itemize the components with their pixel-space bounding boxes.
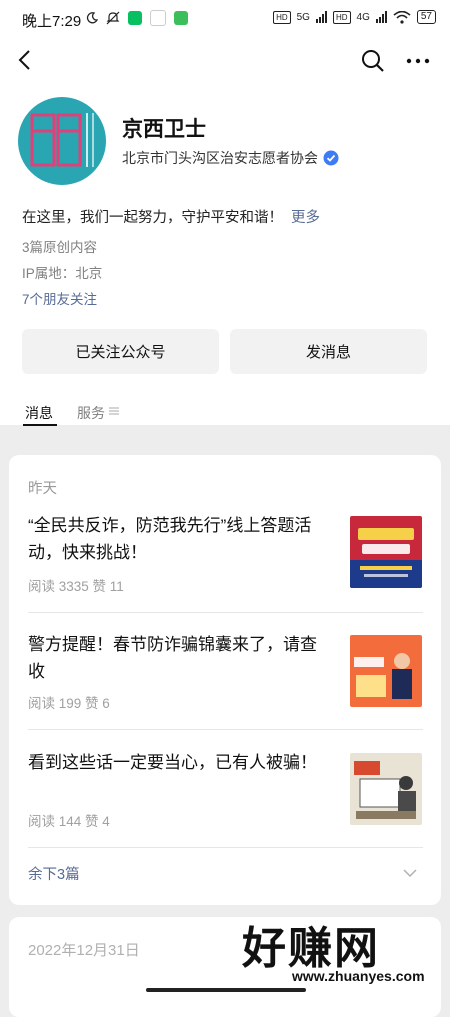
hd-badge-2: HD [332,10,351,24]
article-title: “全民共反诈，防范我先行”线上答题活动，快来挑战！ [28,516,312,562]
active-tab-indicator [23,424,57,426]
date-group-label-2: 2022年12月31日 [28,942,140,959]
tab-messages[interactable]: 消息 [25,403,53,423]
status-time: 晚上7:29 [22,13,82,30]
article-stats: 阅读 3335 赞 11 [28,579,124,594]
notification-icons [86,10,188,26]
account-name: 京西卫士 [122,118,206,141]
divider [28,612,423,613]
article-item[interactable]: 警方提醒！春节防诈骗锦囊来了，请查收 阅读 199 赞 6 [28,631,423,713]
muted-icon [106,11,120,25]
home-indicator[interactable] [146,988,306,992]
article-item[interactable]: 看到这些话一定要当心，已有人被骗！ 阅读 144 赞 4 [28,749,423,831]
divider [28,847,423,848]
account-description: 在这里，我们一起努力，守护平安和谐！ [22,210,283,226]
account-description-row: 在这里，我们一起努力，守护平安和谐！ 更多 [22,206,320,227]
police-poster-icon [350,635,422,707]
account-avatar[interactable] [18,97,106,185]
scam-poster-icon [350,753,422,825]
logo-icon [30,113,94,167]
search-icon[interactable] [360,48,386,74]
qq-icon [150,10,166,26]
back-arrow-icon[interactable] [14,48,38,72]
battery-icon: 57 [416,10,436,24]
account-org-row: 北京市门头沟区治安志愿者协会 [122,148,339,168]
network-5g: 5G [296,11,310,23]
ip-location: IP属地：北京 [22,266,103,281]
original-count: 3篇原创内容 [22,240,98,255]
nav-bar [0,40,450,80]
verified-badge-icon [323,150,339,166]
wifi-icon [393,10,411,24]
signal-icon [315,11,327,23]
status-bar: 晚上7:29 HD 5G HD 4G 57 [0,0,450,36]
moon-icon [86,12,98,24]
status-right: HD 5G HD 4G 57 [273,10,436,24]
hd-badge: HD [273,10,291,24]
date-group-label: 昨天 [28,481,57,497]
signal-icon-2 [375,11,387,23]
remaining-articles-link[interactable]: 余下3篇 [28,863,80,884]
chevron-down-icon[interactable] [402,867,418,879]
app-icon [174,11,188,25]
article-thumbnail [350,753,422,825]
followed-button[interactable]: 已关注公众号 [22,329,219,374]
account-org: 北京市门头沟区治安志愿者协会 [122,150,318,166]
article-title: 警方提醒！春节防诈骗锦囊来了，请查收 [28,635,317,681]
article-thumbnail [350,635,422,707]
more-link[interactable]: 更多 [291,210,320,226]
article-stats: 阅读 199 赞 6 [28,696,110,711]
anti-fraud-poster-icon [350,516,422,588]
tab-services[interactable]: 服务 [77,403,105,423]
article-stats: 阅读 144 赞 4 [28,814,110,829]
article-thumbnail [350,516,422,588]
article-title: 看到这些话一定要当心，已有人被骗！ [28,753,317,772]
article-group-card: 昨天 “全民共反诈，防范我先行”线上答题活动，快来挑战！ 阅读 3335 赞 1… [9,455,441,905]
friends-following-link[interactable]: 7个朋友关注 [22,288,97,308]
more-options-icon[interactable] [404,48,432,74]
watermark: 好赚网 www.zhuanyes.com [242,912,432,984]
menu-lines-icon [109,407,119,415]
watermark-url: www.zhuanyes.com [292,968,425,984]
wechat-icon [128,11,142,25]
watermark-text: 好赚网 [242,924,380,973]
article-item[interactable]: “全民共反诈，防范我先行”线上答题活动，快来挑战！ 阅读 3335 赞 11 [28,512,423,594]
divider [28,729,423,730]
network-4g: 4G [356,11,370,23]
send-message-button[interactable]: 发消息 [230,329,427,374]
